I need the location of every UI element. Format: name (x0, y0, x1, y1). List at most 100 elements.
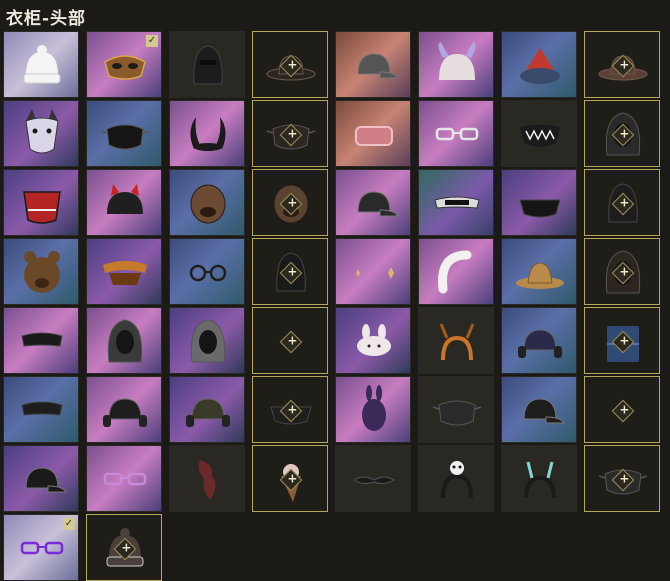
item-slot-bucket-hat[interactable] (501, 238, 577, 305)
item-slot-sparkles[interactable] (335, 238, 411, 305)
item-slot-sleep-mask[interactable] (3, 376, 79, 443)
item-slot-dark-mask[interactable] (252, 100, 328, 167)
item-slot-dark-hood[interactable] (584, 169, 660, 236)
antlers-icon (439, 323, 475, 361)
rabbitmask-icon (362, 385, 386, 431)
dog-icon (190, 184, 226, 224)
headset-icon (186, 398, 230, 427)
mustache-icon (353, 476, 395, 485)
beanie-icon (23, 45, 61, 84)
item-slot-black-horns[interactable] (169, 100, 245, 167)
page-title: 衣柜-头部 (6, 9, 87, 29)
item-slot-husky-mask[interactable] (3, 100, 79, 167)
item-slot-knit-cap[interactable] (86, 514, 162, 581)
item-slot-teeth-mask[interactable] (501, 100, 577, 167)
balaclava-icon (193, 45, 223, 85)
item-slot-dark-bandana[interactable] (252, 376, 328, 443)
item-slot-pouch[interactable] (584, 238, 660, 305)
item-slot-headphones-cap[interactable] (501, 307, 577, 374)
item-slot-grey-hood[interactable] (169, 307, 245, 374)
item-slot-brown-fedora[interactable] (252, 31, 328, 98)
item-slot-gold-mask[interactable]: ✓ (86, 31, 162, 98)
antenna-icon (524, 461, 556, 499)
glasses-icon (103, 472, 147, 486)
item-slot-sport-glasses[interactable] (418, 169, 494, 236)
item-slot-red-oni-mask[interactable] (3, 169, 79, 236)
item-slot-bulldog-head[interactable] (169, 169, 245, 236)
item-slot-camo-cap[interactable] (335, 169, 411, 236)
item-slot-black-balaclava[interactable] (169, 31, 245, 98)
item-slot-ice-cream-hat[interactable] (252, 445, 328, 512)
bunnyband-icon (357, 324, 391, 356)
item-slot-black-face-mask[interactable] (86, 100, 162, 167)
item-slot-black-eye-mask[interactable] (3, 307, 79, 374)
roundglasses-icon (189, 264, 227, 282)
item-slot-black-bandana[interactable] (501, 169, 577, 236)
item-slot-red-diamond[interactable] (252, 307, 328, 374)
item-slot-pink-glasses[interactable] (86, 445, 162, 512)
sparkles-icon (356, 267, 394, 279)
item-slot-mustache[interactable] (335, 445, 411, 512)
item-slot-black-helmet[interactable] (252, 238, 328, 305)
bear-icon (24, 251, 60, 293)
item-slot-white-beanie[interactable] (3, 31, 79, 98)
teeth-icon (520, 125, 560, 147)
bandana-icon (519, 199, 561, 218)
headset-icon (518, 329, 562, 358)
visor-icon (103, 261, 147, 285)
husky-icon (25, 109, 59, 154)
item-slot-brown-hat[interactable] (584, 31, 660, 98)
item-slot-antler-headband[interactable] (418, 307, 494, 374)
item-slot-bunny-headband[interactable] (335, 307, 411, 374)
goggles-icon (434, 196, 480, 209)
item-slot-horned-hat[interactable] (418, 31, 494, 98)
item-slot-red-scarf[interactable] (169, 445, 245, 512)
wardrobe-grid: ✓✓ (3, 31, 660, 581)
item-slot-hood[interactable] (584, 100, 660, 167)
equipped-check-icon: ✓ (63, 518, 75, 530)
item-slot-wolf-head[interactable] (252, 169, 328, 236)
item-slot-black-cap-2[interactable] (3, 445, 79, 512)
item-slot-white-headband[interactable] (418, 238, 494, 305)
item-slot-red-fur-hat[interactable] (501, 31, 577, 98)
item-slot-orange-visor[interactable] (86, 238, 162, 305)
item-slot-bear-head[interactable] (3, 238, 79, 305)
item-slot-cap-headphones[interactable] (86, 376, 162, 443)
headset-icon (103, 398, 147, 427)
headband-icon (438, 250, 472, 294)
ham-icon (355, 126, 393, 146)
hood-icon (107, 319, 143, 363)
item-slot-grey-cap[interactable] (335, 31, 411, 98)
catcap-icon (107, 184, 143, 214)
item-slot-panda-headband[interactable] (418, 445, 494, 512)
horned-icon (438, 42, 476, 80)
hood-icon (190, 319, 226, 363)
item-slot-cat-cap[interactable] (86, 169, 162, 236)
item-slot-gas-mask-hood[interactable] (86, 307, 162, 374)
item-slot-denim-wrap[interactable] (584, 307, 660, 374)
item-slot-black-mask[interactable] (584, 445, 660, 512)
item-slot-ham[interactable] (335, 100, 411, 167)
bucket-icon (516, 262, 564, 289)
glasses-icon (435, 127, 479, 141)
item-slot-empty-slot[interactable] (584, 376, 660, 443)
eyemask-icon (21, 332, 63, 347)
item-slot-antenna-headband[interactable] (501, 445, 577, 512)
item-slot-radio-headset[interactable] (169, 376, 245, 443)
item-slot-sunglasses[interactable] (418, 100, 494, 167)
cap-icon (25, 467, 67, 493)
horns-icon (190, 117, 226, 151)
scarf-icon (198, 460, 216, 500)
cap-icon (357, 191, 399, 217)
onimask-icon (23, 191, 61, 224)
item-slot-purple-sunglasses[interactable]: ✓ (3, 514, 79, 581)
eyemask-icon (21, 401, 63, 416)
equipped-check-icon: ✓ (146, 35, 158, 47)
facemask-icon (432, 400, 482, 426)
item-slot-purple-rabbit-mask[interactable] (335, 376, 411, 443)
item-slot-round-glasses[interactable] (169, 238, 245, 305)
item-slot-black-cap[interactable] (501, 376, 577, 443)
cap-icon (357, 53, 399, 79)
item-slot-pattern-mask[interactable] (418, 376, 494, 443)
furhat-icon (520, 48, 560, 84)
